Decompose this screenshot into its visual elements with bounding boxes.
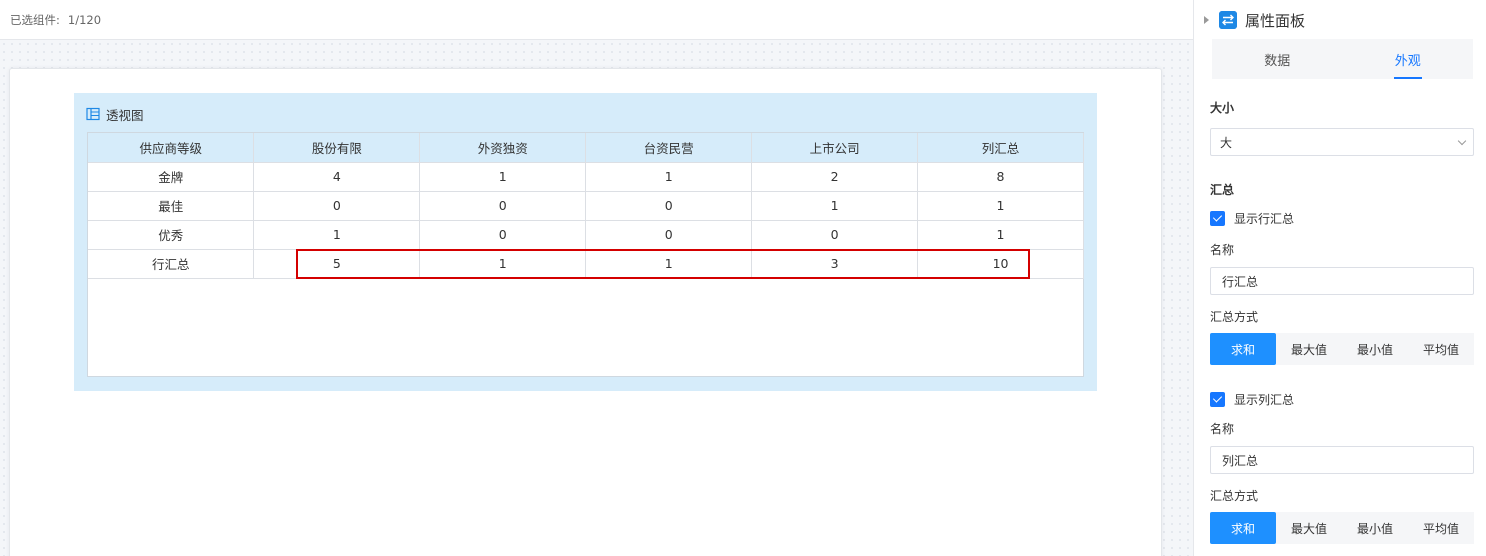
table-cell: 1 — [917, 219, 1084, 250]
show-col-total-label: 显示列汇总 — [1234, 393, 1295, 407]
selected-components-count: 1/120 — [67, 12, 102, 27]
table-cell: 3 — [751, 248, 919, 279]
table-cell: 4 — [253, 161, 421, 192]
canvas-area: 已选组件: 1/120 透视图 供应商等级 股份有限 外资独资 台资民营 上市公… — [0, 0, 1193, 556]
col-method-min-button[interactable]: 最小值 — [1342, 512, 1408, 544]
pivot-table-icon — [86, 107, 100, 121]
show-row-total-label: 显示行汇总 — [1234, 212, 1295, 226]
column-header[interactable]: 供应商等级 — [88, 133, 255, 163]
table-cell: 2 — [751, 161, 919, 192]
table-cell: 1 — [917, 190, 1084, 221]
row-method-sum-button[interactable]: 求和 — [1210, 333, 1276, 365]
column-header[interactable]: 外资独资 — [419, 133, 587, 163]
collapse-caret-icon[interactable] — [1204, 16, 1209, 24]
table-row: 优秀 1 0 0 0 1 — [88, 219, 1084, 250]
pivot-table-container: 供应商等级 股份有限 外资独资 台资民营 上市公司 列汇总 金牌 4 1 1 2… — [87, 132, 1084, 377]
size-select-value: 大 — [1220, 135, 1233, 150]
col-total-method-selector: 求和 最大值 最小值 平均值 — [1210, 512, 1474, 544]
table-cell: 8 — [917, 161, 1084, 192]
pivot-widget-header: 透视图 — [86, 104, 144, 124]
table-header-row: 供应商等级 股份有限 外资独资 台资民营 上市公司 列汇总 — [88, 133, 1084, 163]
selection-status-bar: 已选组件: 1/120 — [0, 0, 1193, 40]
show-col-total-checkbox[interactable]: 显示列汇总 — [1210, 391, 1294, 408]
table-row: 最佳 0 0 0 1 1 — [88, 190, 1084, 221]
row-method-avg-button[interactable]: 平均值 — [1408, 333, 1474, 365]
table-cell: 5 — [253, 248, 421, 279]
checkbox-checked-icon[interactable] — [1210, 211, 1225, 226]
table-cell: 0 — [585, 190, 753, 221]
table-cell: 10 — [917, 248, 1084, 279]
col-total-name-value: 列汇总 — [1222, 453, 1259, 468]
size-select[interactable]: 大 — [1210, 128, 1474, 156]
table-cell: 金牌 — [88, 161, 255, 192]
chevron-down-icon — [1457, 136, 1467, 146]
column-header[interactable]: 列汇总 — [917, 133, 1084, 163]
column-header[interactable]: 上市公司 — [751, 133, 919, 163]
col-total-method-label: 汇总方式 — [1210, 489, 1259, 503]
tab-appearance[interactable]: 外观 — [1343, 39, 1474, 79]
row-method-max-button[interactable]: 最大值 — [1276, 333, 1342, 365]
selected-components-label: 已选组件: — [10, 12, 60, 27]
property-panel: 属性面板 数据 外观 大小 大 汇总 显示行汇总 名称 行汇总 汇总方式 求和 … — [1193, 0, 1486, 556]
table-cell: 1 — [419, 161, 587, 192]
row-total-name-label: 名称 — [1210, 243, 1235, 257]
pivot-widget[interactable]: 透视图 供应商等级 股份有限 外资独资 台资民营 上市公司 列汇总 金牌 4 1… — [74, 93, 1097, 391]
size-section-title: 大小 — [1210, 101, 1235, 115]
table-cell: 0 — [585, 219, 753, 250]
table-cell: 1 — [253, 219, 421, 250]
row-total-row: 行汇总 5 1 1 3 10 — [88, 248, 1084, 279]
row-total-method-selector: 求和 最大值 最小值 平均值 — [1210, 333, 1474, 365]
table-cell: 1 — [419, 248, 587, 279]
table-cell: 0 — [419, 190, 587, 221]
table-cell: 1 — [751, 190, 919, 221]
pivot-widget-title: 透视图 — [106, 107, 144, 123]
property-panel-header: 属性面板 — [1194, 0, 1486, 40]
column-header[interactable]: 股份有限 — [253, 133, 421, 163]
col-method-sum-button[interactable]: 求和 — [1210, 512, 1276, 544]
property-panel-title: 属性面板 — [1245, 11, 1306, 30]
table-cell: 0 — [419, 219, 587, 250]
table-cell: 1 — [585, 248, 753, 279]
column-header[interactable]: 台资民营 — [585, 133, 753, 163]
col-method-avg-button[interactable]: 平均值 — [1408, 512, 1474, 544]
row-method-min-button[interactable]: 最小值 — [1342, 333, 1408, 365]
table-row: 金牌 4 1 1 2 8 — [88, 161, 1084, 192]
table-cell: 优秀 — [88, 219, 255, 250]
table-cell: 1 — [585, 161, 753, 192]
table-cell: 0 — [253, 190, 421, 221]
row-total-name-value: 行汇总 — [1222, 274, 1259, 289]
row-total-method-label: 汇总方式 — [1210, 310, 1259, 324]
table-cell: 行汇总 — [88, 248, 255, 279]
col-total-name-input[interactable]: 列汇总 — [1210, 446, 1474, 474]
show-row-total-checkbox[interactable]: 显示行汇总 — [1210, 210, 1294, 227]
col-method-max-button[interactable]: 最大值 — [1276, 512, 1342, 544]
settings-toggle-icon — [1219, 11, 1237, 29]
col-total-name-label: 名称 — [1210, 422, 1235, 436]
tab-data[interactable]: 数据 — [1212, 39, 1343, 79]
row-total-name-input[interactable]: 行汇总 — [1210, 267, 1474, 295]
table-cell: 0 — [751, 219, 919, 250]
pivot-table: 供应商等级 股份有限 外资独资 台资民营 上市公司 列汇总 金牌 4 1 1 2… — [88, 133, 1084, 279]
summary-section-title: 汇总 — [1210, 183, 1235, 197]
panel-tabs: 数据 外观 — [1212, 39, 1473, 79]
checkbox-checked-icon[interactable] — [1210, 392, 1225, 407]
table-cell: 最佳 — [88, 190, 255, 221]
